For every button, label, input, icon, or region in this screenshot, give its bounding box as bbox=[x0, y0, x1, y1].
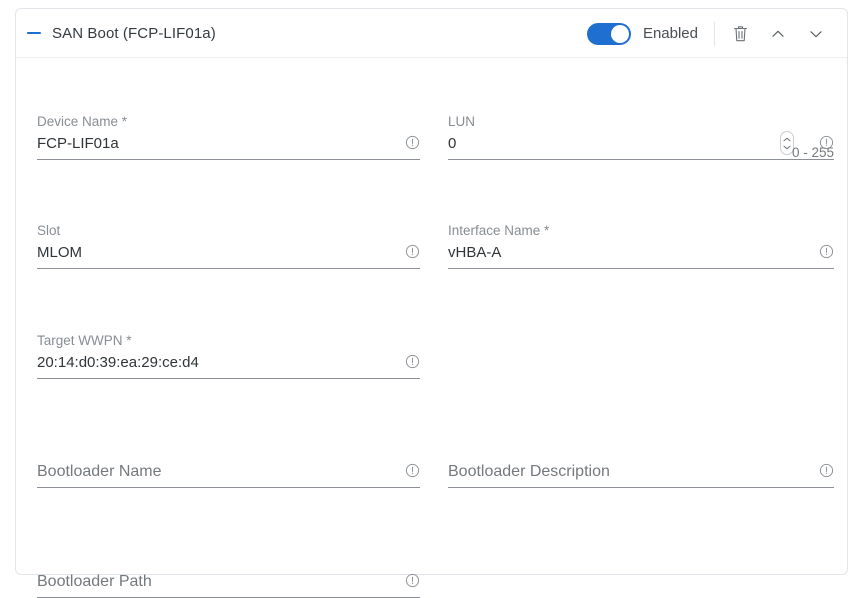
device-name-value: FCP-LIF01a bbox=[37, 135, 119, 152]
target-wwpn-input[interactable]: 20:14:d0:39:ea:29:ce:d4 bbox=[37, 350, 420, 379]
minus-icon bbox=[27, 32, 41, 34]
lun-value: 0 bbox=[448, 135, 457, 152]
field-lun: LUN 0 0 - 255 bbox=[448, 114, 834, 160]
bootloader-description-placeholder: Bootloader Description bbox=[448, 463, 610, 480]
field-target-wwpn: Target WWPN * 20:14:d0:39:ea:29:ce:d4 bbox=[37, 333, 420, 379]
stepper-up-icon[interactable] bbox=[783, 137, 791, 142]
slot-label: Slot bbox=[37, 223, 61, 238]
bootloader-description-input[interactable]: Bootloader Description bbox=[448, 459, 834, 488]
stepper-down-icon[interactable] bbox=[783, 145, 791, 150]
device-name-label: Device Name * bbox=[37, 114, 128, 129]
card-header: SAN Boot (FCP-LIF01a) Enabled bbox=[16, 9, 847, 58]
header-divider bbox=[714, 21, 715, 46]
lun-label: LUN bbox=[448, 114, 476, 129]
interface-name-label: Interface Name * bbox=[448, 223, 550, 238]
info-icon[interactable] bbox=[405, 463, 420, 478]
target-wwpn-label: Target WWPN * bbox=[37, 333, 132, 348]
lun-range-hint: 0 - 255 bbox=[791, 145, 834, 160]
move-up-button[interactable] bbox=[759, 15, 797, 53]
header-actions: Enabled bbox=[586, 9, 835, 58]
chevron-up-icon bbox=[770, 26, 786, 42]
slot-input[interactable]: MLOM bbox=[37, 240, 420, 269]
bootloader-path-placeholder: Bootloader Path bbox=[37, 573, 152, 590]
info-icon[interactable] bbox=[405, 354, 420, 369]
interface-name-value: vHBA-A bbox=[448, 244, 502, 261]
info-icon[interactable] bbox=[405, 135, 420, 150]
enabled-toggle-label: Enabled bbox=[642, 25, 698, 42]
field-device-name: Device Name * FCP-LIF01a bbox=[37, 114, 420, 160]
info-icon[interactable] bbox=[819, 463, 834, 478]
interface-name-input[interactable]: vHBA-A bbox=[448, 240, 834, 269]
san-boot-card: SAN Boot (FCP-LIF01a) Enabled Device Nam… bbox=[15, 8, 848, 598]
target-wwpn-value: 20:14:d0:39:ea:29:ce:d4 bbox=[37, 354, 199, 371]
info-icon[interactable] bbox=[405, 244, 420, 259]
bootloader-name-placeholder: Bootloader Name bbox=[37, 463, 162, 480]
delete-button[interactable] bbox=[721, 15, 759, 53]
trash-icon bbox=[732, 24, 749, 43]
info-icon[interactable] bbox=[819, 244, 834, 259]
info-icon[interactable] bbox=[405, 573, 420, 588]
enabled-toggle[interactable] bbox=[586, 22, 631, 45]
field-bootloader-path: Bootloader Path bbox=[37, 569, 420, 598]
bootloader-path-input[interactable]: Bootloader Path bbox=[37, 569, 420, 598]
collapse-toggle-button[interactable] bbox=[16, 32, 52, 34]
slot-value: MLOM bbox=[37, 244, 82, 261]
bootloader-name-input[interactable]: Bootloader Name bbox=[37, 459, 420, 488]
field-bootloader-name: Bootloader Name bbox=[37, 459, 420, 488]
device-name-input[interactable]: FCP-LIF01a bbox=[37, 131, 420, 160]
field-interface-name: Interface Name * vHBA-A bbox=[448, 223, 834, 269]
page-title: SAN Boot (FCP-LIF01a) bbox=[52, 24, 216, 42]
toggle-knob bbox=[610, 24, 629, 43]
move-down-button[interactable] bbox=[797, 15, 835, 53]
field-slot: Slot MLOM bbox=[37, 223, 420, 269]
field-bootloader-description: Bootloader Description bbox=[448, 459, 834, 488]
chevron-down-icon bbox=[808, 26, 824, 42]
lun-input[interactable]: 0 bbox=[448, 131, 834, 160]
